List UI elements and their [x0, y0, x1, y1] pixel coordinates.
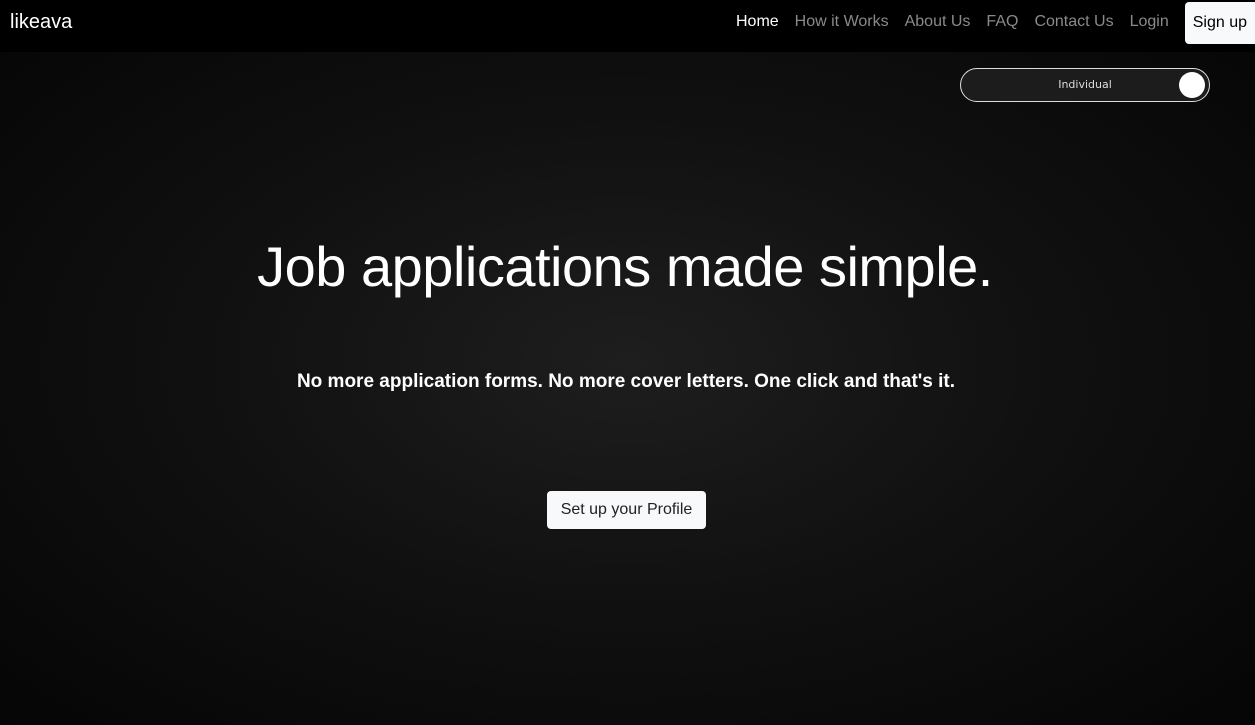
nav-how-it-works[interactable]: How it Works — [795, 13, 889, 31]
navbar: likeava Home How it Works About Us FAQ C… — [0, 0, 1255, 52]
nav-login[interactable]: Login — [1130, 13, 1169, 31]
signup-button[interactable]: Sign up — [1184, 2, 1255, 44]
setup-profile-button[interactable]: Set up your Profile — [547, 491, 706, 529]
nav-home[interactable]: Home — [736, 13, 779, 31]
brand-logo[interactable]: likeava — [10, 11, 72, 34]
nav-links: Home How it Works About Us FAQ Contact U… — [736, 0, 1255, 44]
toggle-label: Individual — [1058, 78, 1112, 91]
account-type-toggle[interactable]: Individual — [960, 68, 1210, 102]
hero-subtitle: No more application forms. No more cover… — [296, 371, 956, 392]
nav-faq[interactable]: FAQ — [986, 13, 1018, 31]
nav-about-us[interactable]: About Us — [905, 13, 971, 31]
nav-contact-us[interactable]: Contact Us — [1034, 13, 1113, 31]
toggle-knob[interactable] — [1179, 72, 1205, 98]
hero-title: Job applications made simple. — [257, 235, 993, 298]
